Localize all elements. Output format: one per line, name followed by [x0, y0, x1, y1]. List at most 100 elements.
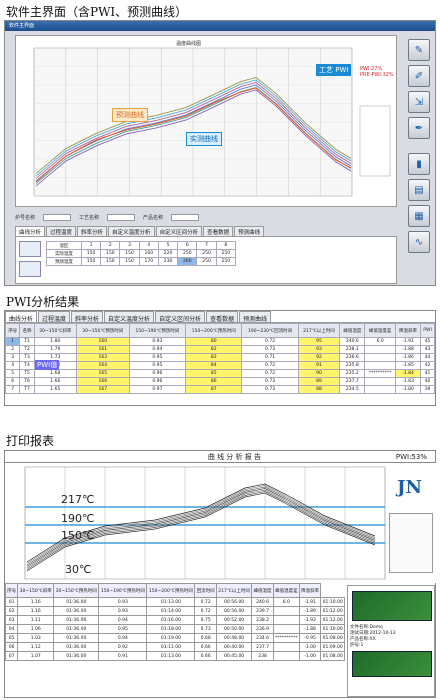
chart-thumb-icon[interactable]	[19, 241, 41, 257]
tab-predict[interactable]: 预测曲线	[234, 226, 265, 236]
pwi-header-cell: 峰值温度	[339, 323, 366, 338]
pwi-tab-slope[interactable]: 斜率分析	[71, 311, 104, 323]
pwi-table-cell: 236.6	[339, 353, 366, 362]
tab-curve-analysis[interactable]: 曲线分析	[15, 226, 46, 236]
pwi-table-cell: 0.94	[128, 345, 187, 354]
pwi-table-cell: 95	[297, 337, 341, 346]
temp-30: 30℃	[65, 563, 92, 576]
predict-table-cell: 预测温度	[46, 257, 82, 266]
pwi-tab-curve[interactable]: 曲线分析	[5, 311, 38, 323]
pcb-board-image-2	[352, 651, 432, 677]
product-label: 产品名称	[143, 214, 164, 221]
predict-table-cell: 160	[138, 249, 159, 258]
pwi-table-cell: 1.65	[33, 385, 77, 394]
report-table-cell: 1.07	[17, 651, 55, 661]
pwi-table-cell: 161	[75, 345, 130, 354]
pwi-table-cell: 80	[185, 337, 243, 346]
pwi-table-cell: 5	[4, 369, 21, 378]
pwi-table-row[interactable]: 2 T2 1.79 161 0.94 82 0.73 93 238.1 -1.88 43	[4, 345, 435, 354]
pwi-header-cell: 序号	[4, 323, 21, 338]
pwi-table-cell: 41	[420, 369, 435, 378]
pwi-header-cell: 降温斜率	[394, 323, 422, 338]
pwi-tab-predict[interactable]: 预测曲线	[239, 311, 272, 323]
tool-settings-button[interactable]: ▦	[408, 205, 430, 227]
tab-custom-temp[interactable]: 自定义温度分析	[108, 226, 155, 236]
tab-custom-range[interactable]: 自定义区间分析	[155, 226, 203, 236]
pwi-table-row[interactable]: 7 T7 1.65 167 0.97 87 0.73 88 234.5 -1.80 39	[4, 385, 435, 394]
pwi-table-cell: 82	[185, 345, 243, 354]
report-legend	[389, 513, 433, 573]
predict-table-cell: 150	[80, 249, 102, 258]
report-table-cell: 03	[4, 615, 19, 625]
pwi-tabs: 曲线分析 过程温度 斜率分析 自定义温度分析 自定义区间分析 查看数据 预测曲线	[5, 311, 435, 323]
furnace-number: 炉号:1	[350, 643, 364, 648]
tool-wave-button[interactable]: ∿	[408, 231, 430, 253]
report-table-cell: -1.89	[298, 606, 322, 616]
report-table-cell: **********	[272, 633, 300, 643]
predict-table-cell: 150	[119, 257, 140, 266]
pwi-tab-view-data[interactable]: 查看数据	[206, 311, 239, 323]
report-table-cell: 01:09.00	[320, 642, 345, 652]
wave-thumb-icon[interactable]	[19, 261, 41, 277]
report-table-cell: 0.94	[98, 615, 148, 625]
pwi-table-cell: 2	[4, 345, 21, 354]
pcb-board-image	[352, 591, 432, 621]
pwi-table-row[interactable]: 5 T5 1.68 165 0.96 85 0.72 90 235.2 ********** -1.…	[4, 369, 435, 378]
tab-process-temp[interactable]: 过程温度	[46, 226, 77, 236]
pwi-tab-custom-temp[interactable]: 自定义温度分析	[104, 311, 155, 323]
report-table-cell: 1.06	[17, 624, 55, 634]
report-table-cell: 01	[4, 597, 19, 607]
tab-slope[interactable]: 斜率分析	[77, 226, 108, 236]
actual-curve-label: 实测曲线	[186, 132, 222, 146]
pwi-table-cell: 40	[420, 377, 435, 386]
report-table-cell: 236.9	[251, 624, 274, 634]
report-title: 曲 线 分 析 报 告	[207, 452, 261, 461]
tool-edit-button[interactable]: ✐	[408, 65, 430, 87]
pwi-header-cell: 30~150℃预热时间	[75, 323, 130, 338]
report-table-cell: -1.91	[298, 597, 322, 607]
report-table-cell: 0.72	[194, 606, 217, 616]
pwi-table-cell: T7	[19, 385, 35, 394]
pwi-table-cell: 84	[185, 361, 243, 370]
report-header-cell: 30~150℃斜率	[17, 583, 55, 598]
pwi-table-cell: 45	[420, 337, 435, 346]
report-table-cell: 00:52.00	[215, 615, 253, 625]
pwi-table-cell: T2	[19, 345, 35, 354]
tab-view-data[interactable]: 查看数据	[203, 226, 234, 236]
pwi-table-cell: 238.1	[339, 345, 366, 354]
pwi-table-cell: **********	[364, 369, 396, 378]
pwi-table-cell: 0.72	[241, 361, 299, 370]
furnace-select[interactable]	[43, 213, 72, 221]
pwi-table-cell: 0.96	[128, 377, 187, 386]
report-table-cell: 01:36.00	[53, 651, 100, 661]
tool-measure-button[interactable]: ⇲	[408, 91, 430, 113]
pwi-table-row[interactable]: 3 T3 1.73 163 0.95 83 0.71 92 236.6 -1.86 44	[4, 353, 435, 362]
pwi-tab-custom-range[interactable]: 自定义区间分析	[155, 311, 206, 323]
product-select[interactable]	[171, 213, 200, 221]
tool-export-button[interactable]: ▮	[408, 153, 430, 175]
pwi-table-row[interactable]: 6 T6 1.66 166 0.96 86 0.73 89 237.7 -1.83 40	[4, 377, 435, 386]
tool-brush-button[interactable]: ✒	[408, 117, 430, 139]
pwi-table-cell: 1.79	[33, 345, 77, 354]
predict-table-cell: 7	[196, 241, 217, 250]
pwi-table-row[interactable]: 1 T1 1.80 160 0.93 80 0.72 95 240.6 6.0 -1.91 45	[4, 337, 435, 346]
pwi-table-cell: 160	[75, 337, 130, 346]
pwi-header-cell: 217℃以上时间	[297, 323, 341, 338]
pwi-table-cell: 167	[75, 385, 130, 394]
pwi-table-cell: T3	[19, 353, 35, 362]
pwi-table-row[interactable]: 4T41.701640.95840.7291235.8-1.8542	[4, 361, 435, 370]
predict-table-cell: 150	[80, 257, 102, 266]
report-table-row: 03 1.11 01:36.00 0.94 01:16.00 0.75 00:52.00 23…	[4, 615, 345, 625]
report-table-row: 02 1.16 01:36.00 0.93 01:14.00 0.72 00:56.00 23…	[4, 606, 345, 616]
process-select[interactable]	[107, 213, 136, 221]
report-table-row: 05 1.03 01:36.00 0.94 01:19.00 0.68 00:48.00 23…	[4, 633, 345, 643]
pwi-table-cell: 92	[297, 353, 341, 362]
tool-pen-button[interactable]: ✎	[408, 39, 430, 61]
pwi-panel: 曲线分析 过程温度 斜率分析 自定义温度分析 自定义区间分析 查看数据 预测曲线…	[4, 310, 436, 406]
pwi-header-cell: 30~150℃斜率	[33, 323, 77, 338]
pwi-table-cell: 42	[420, 361, 435, 370]
pwi-table-cell: 165	[75, 369, 130, 378]
tool-print-button[interactable]: ▤	[408, 179, 430, 201]
pwi-table-cell: 3	[4, 353, 21, 362]
pwi-tab-process[interactable]: 过程温度	[38, 311, 71, 323]
